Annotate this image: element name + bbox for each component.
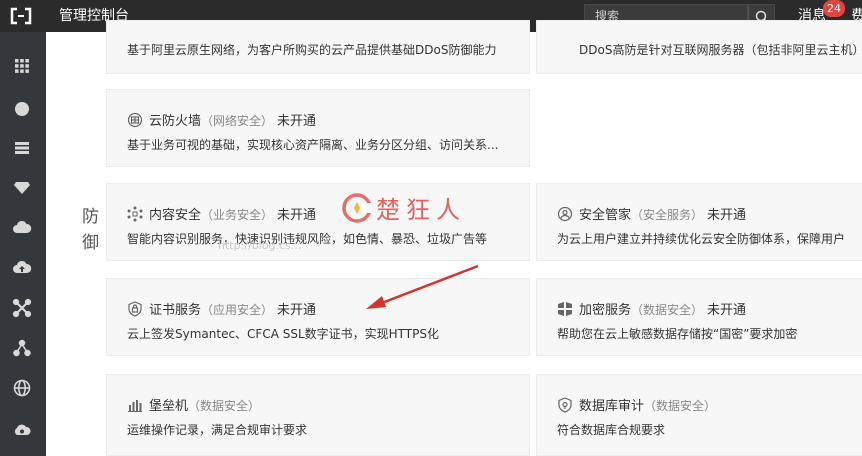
card-category: （数据安全） bbox=[188, 399, 261, 413]
cloud-icon[interactable] bbox=[12, 218, 32, 238]
card-title: 加密服务（数据安全） 未开通 bbox=[557, 299, 746, 318]
network-icon[interactable] bbox=[12, 298, 32, 318]
card-name: 堡垒机 bbox=[149, 399, 189, 414]
card-name: 加密服务 bbox=[579, 303, 632, 318]
card-name: 数据库审计 bbox=[579, 399, 645, 414]
card-category: （数据安全） bbox=[644, 399, 717, 413]
card-desc: 智能内容识别服务，快速识别违规风险，如色情、暴恐、垃圾广告等 bbox=[127, 232, 488, 246]
watermark-logo-icon bbox=[342, 193, 372, 223]
card-category: （安全服务） bbox=[631, 208, 704, 222]
cluster-icon[interactable] bbox=[12, 338, 32, 358]
content-security-icon bbox=[127, 206, 143, 222]
card-desc: DDoS高防是针对互联网服务器（包括非阿里云主机） bbox=[579, 43, 862, 57]
storage-icon[interactable] bbox=[12, 138, 32, 158]
card-title: 证书服务（应用安全） 未开通 bbox=[127, 299, 316, 318]
card-security-butler[interactable]: 安全管家（安全服务） 未开通 为云上用户建立并持续优化云安全防御体系，保障用户 bbox=[536, 183, 862, 261]
cloud-upload-icon[interactable] bbox=[12, 258, 32, 278]
security-butler-icon bbox=[557, 206, 573, 222]
card-name: 内容安全 bbox=[149, 208, 202, 223]
card-name: 安全管家 bbox=[579, 208, 632, 223]
messages-badge: 24 bbox=[823, 0, 845, 17]
annotation-arrow-icon bbox=[366, 264, 479, 309]
card-category: （网络安全） bbox=[201, 114, 274, 128]
card-name: 证书服务 bbox=[149, 303, 202, 318]
card-title: 数据库审计（数据安全） bbox=[557, 395, 716, 414]
card-desc: 云上签发Symantec、CFCA SSL数字证书，实现HTTPS化 bbox=[127, 327, 439, 341]
watermark-url: http://blog.cs... bbox=[218, 239, 302, 252]
card-status: 未开通 bbox=[707, 303, 747, 318]
diamond-icon[interactable] bbox=[12, 177, 32, 197]
card-name: 云防火墙 bbox=[149, 114, 202, 129]
grid-icon[interactable] bbox=[12, 56, 32, 76]
watermark-text: 楚狂人 bbox=[376, 196, 466, 224]
database-audit-icon bbox=[557, 397, 573, 413]
card-desc: 符合数据库合规要求 bbox=[557, 423, 666, 437]
encryption-icon bbox=[557, 301, 573, 317]
card-status: 未开通 bbox=[707, 208, 747, 223]
watermark: 楚狂人 bbox=[338, 190, 488, 230]
card-title: 内容安全（业务安全） 未开通 bbox=[127, 204, 316, 223]
firewall-icon bbox=[127, 112, 143, 128]
card-status: 未开通 bbox=[277, 303, 317, 318]
card-encryption-service[interactable]: 加密服务（数据安全） 未开通 帮助您在云上敏感数据存储按“国密”要求加密 bbox=[536, 278, 862, 356]
card-title: 堡垒机（数据安全） bbox=[127, 395, 260, 414]
card-database-audit[interactable]: 数据库审计（数据安全） 符合数据库合规要求 bbox=[536, 374, 862, 456]
card-title: 安全管家（安全服务） 未开通 bbox=[557, 204, 746, 223]
card-status: 未开通 bbox=[277, 208, 317, 223]
card-cloud-firewall[interactable]: 云防火墙（网络安全） 未开通 基于业务可视的基础，实现核心资产隔离、业务分区分组、… bbox=[106, 89, 530, 167]
aliyun-logo-icon[interactable] bbox=[10, 7, 32, 25]
card-title: 云防火墙（网络安全） 未开通 bbox=[127, 110, 316, 129]
section-label-defense-2: 御 bbox=[82, 233, 99, 253]
card-desc: 帮助您在云上敏感数据存储按“国密”要求加密 bbox=[557, 327, 798, 341]
card-desc: 基于阿里云原生网络，为客户所购买的云产品提供基础DDoS防御能力 bbox=[127, 43, 497, 57]
card-category: （数据安全） bbox=[631, 303, 704, 317]
bastion-chart-icon bbox=[127, 397, 143, 413]
card-ddos-basic[interactable]: 基于阿里云原生网络，为客户所购买的云产品提供基础DDoS防御能力 bbox=[106, 20, 530, 74]
card-status: 未开通 bbox=[277, 114, 317, 129]
certificate-shield-icon bbox=[127, 301, 143, 317]
card-category: （应用安全） bbox=[201, 303, 274, 317]
card-ddos-pro[interactable]: DDoS高防是针对互联网服务器（包括非阿里云主机） bbox=[536, 20, 862, 74]
circle-icon[interactable] bbox=[12, 99, 32, 119]
globe-icon[interactable] bbox=[12, 378, 32, 398]
section-label-defense: 防 bbox=[82, 207, 99, 227]
card-desc: 基于业务可视的基础，实现核心资产隔离、业务分区分组、访问关系... bbox=[127, 138, 499, 152]
sidebar bbox=[0, 32, 46, 456]
card-desc: 运维操作记录，满足合规审计要求 bbox=[127, 423, 308, 437]
card-bastion-host[interactable]: 堡垒机（数据安全） 运维操作记录，满足合规审计要求 bbox=[106, 374, 530, 456]
gear-cloud-icon[interactable] bbox=[12, 420, 32, 440]
card-category: （业务安全） bbox=[201, 208, 274, 222]
card-desc: 为云上用户建立并持续优化云安全防御体系，保障用户 bbox=[557, 232, 846, 246]
